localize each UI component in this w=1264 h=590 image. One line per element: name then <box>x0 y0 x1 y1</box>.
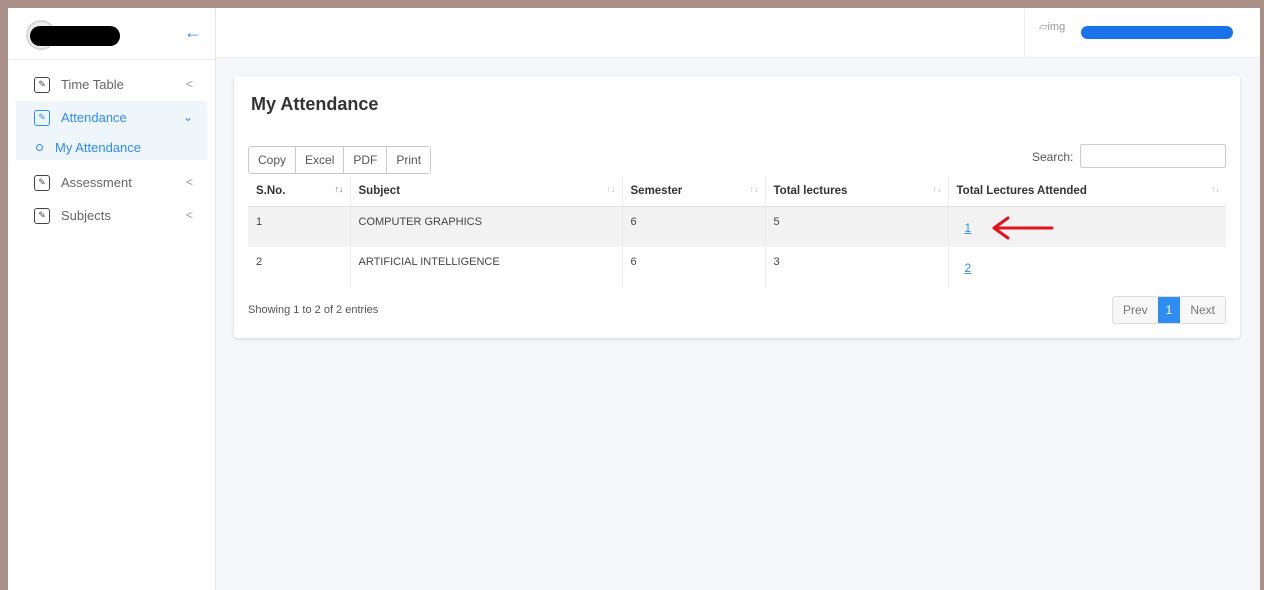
sidebar: ← ✎ Time Table < ✎ Attendance ⌄ My Atten… <box>8 8 216 590</box>
redacted-username <box>1081 26 1233 39</box>
cell-sno: 2 <box>256 256 263 268</box>
chevron-left-icon: < <box>185 77 193 91</box>
sort-icon: ↑↓ <box>334 184 344 194</box>
next-page-button[interactable]: Next <box>1180 297 1225 323</box>
column-header-sno[interactable]: S.No. ↑↓ <box>248 176 350 207</box>
sidebar-item-attendance[interactable]: ✎ Attendance ⌄ <box>16 101 207 134</box>
attendance-card: My Attendance Copy Excel PDF Print Searc… <box>234 76 1240 338</box>
cell-total-lectures: 5 <box>764 206 948 247</box>
attendance-table: S.No. ↑↓ Subject ↑↓ Semester ↑↓ Total lectu… <box>248 176 1226 288</box>
edit-icon: ✎ <box>34 109 50 126</box>
chevron-down-icon: ⌄ <box>182 110 193 124</box>
header-label: S.No. <box>256 184 286 197</box>
header-label: Total lectures <box>773 184 848 197</box>
cell-total-lectures: 3 <box>764 247 948 288</box>
column-header-semester[interactable]: Semester ↑↓ <box>621 176 765 207</box>
sidebar-item-time-table[interactable]: ✎ Time Table < <box>8 68 215 101</box>
search-input[interactable] <box>1080 144 1226 168</box>
export-button-group: Copy Excel PDF Print <box>248 146 432 174</box>
table-header-row: S.No. ↑↓ Subject ↑↓ Semester ↑↓ Total lectu… <box>248 176 1226 207</box>
sort-icon: ↑↓ <box>749 184 759 194</box>
edit-icon: ✎ <box>34 174 50 191</box>
sidebar-subitem-my-attendance[interactable]: My Attendance <box>16 134 207 160</box>
brand: ← <box>8 8 215 60</box>
avatar-alt-text: img <box>1047 21 1066 33</box>
cell-semester: 6 <box>621 247 765 288</box>
sort-icon: ↑↓ <box>1211 184 1220 194</box>
cell-semester: 6 <box>621 206 765 247</box>
page-title: My Attendance <box>251 94 379 114</box>
chevron-left-icon: < <box>185 208 193 222</box>
chevron-left-icon: < <box>185 175 193 189</box>
sort-icon: ↑↓ <box>606 184 616 194</box>
attended-link[interactable]: 1 <box>965 221 972 235</box>
sidebar-item-label: Attendance <box>61 110 127 125</box>
user-menu[interactable]: ▱img <box>1024 8 1240 58</box>
circle-icon <box>36 143 43 151</box>
sidebar-item-subjects[interactable]: ✎ Subjects < <box>8 199 215 232</box>
excel-button[interactable]: Excel <box>296 147 345 173</box>
prev-page-button[interactable]: Prev <box>1112 297 1158 323</box>
cell-subject: ARTIFICIAL INTELLIGENCE <box>349 247 622 288</box>
copy-button[interactable]: Copy <box>249 147 297 173</box>
header-label: Total Lectures Attended <box>956 184 1087 197</box>
cell-sno: 1 <box>248 206 350 247</box>
pdf-button[interactable]: PDF <box>344 147 388 173</box>
sidebar-item-label: Time Table <box>61 77 124 92</box>
sidebar-item-label: Subjects <box>61 208 111 223</box>
pagination: Prev 1 Next <box>1111 296 1226 324</box>
sidebar-item-label: Assessment <box>61 175 132 190</box>
column-header-total-lectures[interactable]: Total lectures ↑↓ <box>764 176 948 207</box>
sidebar-nav: ✎ Time Table < ✎ Attendance ⌄ My Attenda… <box>8 60 215 232</box>
sort-icon: ↑↓ <box>932 184 942 194</box>
header-label: Subject <box>358 184 401 197</box>
attended-link[interactable]: 2 <box>965 261 972 275</box>
collapse-sidebar-button[interactable]: ← <box>184 22 202 43</box>
top-navbar: ▱img <box>216 8 1260 58</box>
edit-icon: ✎ <box>34 207 50 224</box>
table-row: 2 ARTIFICIAL INTELLIGENCE 6 3 2 <box>248 247 1226 288</box>
cell-subject: COMPUTER GRAPHICS <box>349 206 622 247</box>
print-button[interactable]: Print <box>387 147 431 173</box>
red-annotation-arrow-icon <box>992 216 1054 240</box>
column-header-subject[interactable]: Subject ↑↓ <box>349 176 622 207</box>
cell-attended: 2 <box>947 247 1226 288</box>
search-label: Search: <box>1032 150 1074 164</box>
column-header-total-attended[interactable]: Total Lectures Attended ↑↓ <box>947 176 1226 207</box>
redacted-logo-text <box>30 26 120 46</box>
table-info: Showing 1 to 2 of 2 entries <box>248 304 379 316</box>
app-frame: ← ✎ Time Table < ✎ Attendance ⌄ My Atten… <box>8 8 1260 590</box>
header-label: Semester <box>630 184 683 197</box>
edit-icon: ✎ <box>34 76 50 93</box>
table-row: 1 COMPUTER GRAPHICS 6 5 1 <box>248 206 1226 247</box>
sidebar-item-assessment[interactable]: ✎ Assessment < <box>8 166 215 199</box>
page-1-button[interactable]: 1 <box>1157 297 1181 323</box>
broken-avatar-image: ▱img <box>1039 21 1066 33</box>
sidebar-item-label: My Attendance <box>55 139 141 155</box>
